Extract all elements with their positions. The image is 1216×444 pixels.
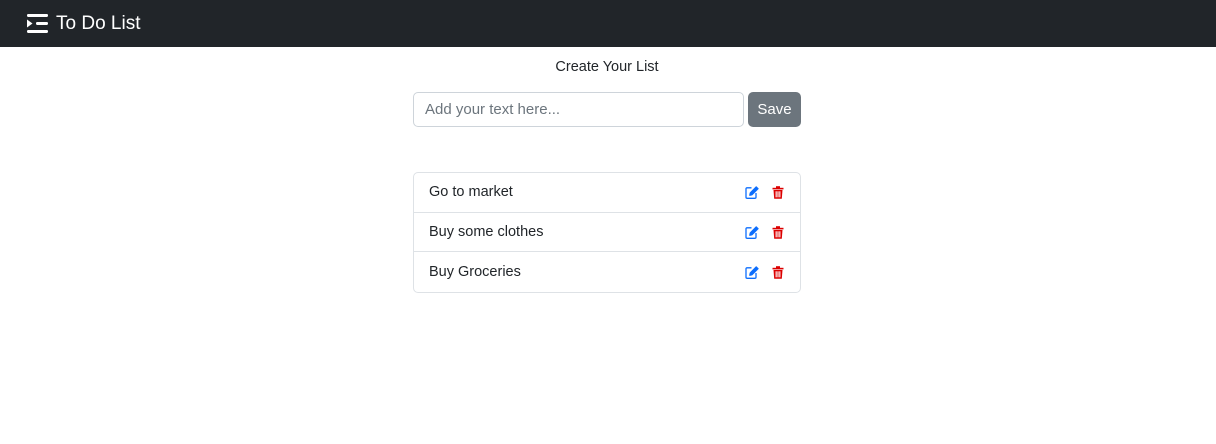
trash-icon[interactable] [770, 264, 786, 280]
list-indent-icon [27, 14, 48, 33]
todo-item-actions [744, 184, 786, 200]
todo-text-input[interactable] [413, 92, 744, 127]
todo-item: Buy some clothes [414, 213, 800, 253]
todo-list: Go to market Buy some clothes Buy Grocer… [413, 172, 801, 294]
todo-item-text: Buy some clothes [429, 224, 544, 241]
todo-item-text: Go to market [429, 184, 513, 201]
trash-icon[interactable] [770, 184, 786, 200]
navbar: To Do List [0, 0, 1216, 47]
todo-item: Go to market [414, 173, 800, 213]
navbar-brand[interactable]: To Do List [27, 13, 140, 35]
todo-item-actions [744, 224, 786, 240]
edit-icon[interactable] [744, 224, 760, 240]
edit-icon[interactable] [744, 264, 760, 280]
trash-icon[interactable] [770, 224, 786, 240]
edit-icon[interactable] [744, 184, 760, 200]
todo-item: Buy Groceries [414, 252, 800, 292]
page-heading: Create Your List [555, 59, 659, 75]
save-button[interactable]: Save [748, 92, 801, 127]
app-title: To Do List [56, 12, 141, 34]
todo-item-text: Buy Groceries [429, 264, 521, 281]
todo-item-actions [744, 264, 786, 280]
